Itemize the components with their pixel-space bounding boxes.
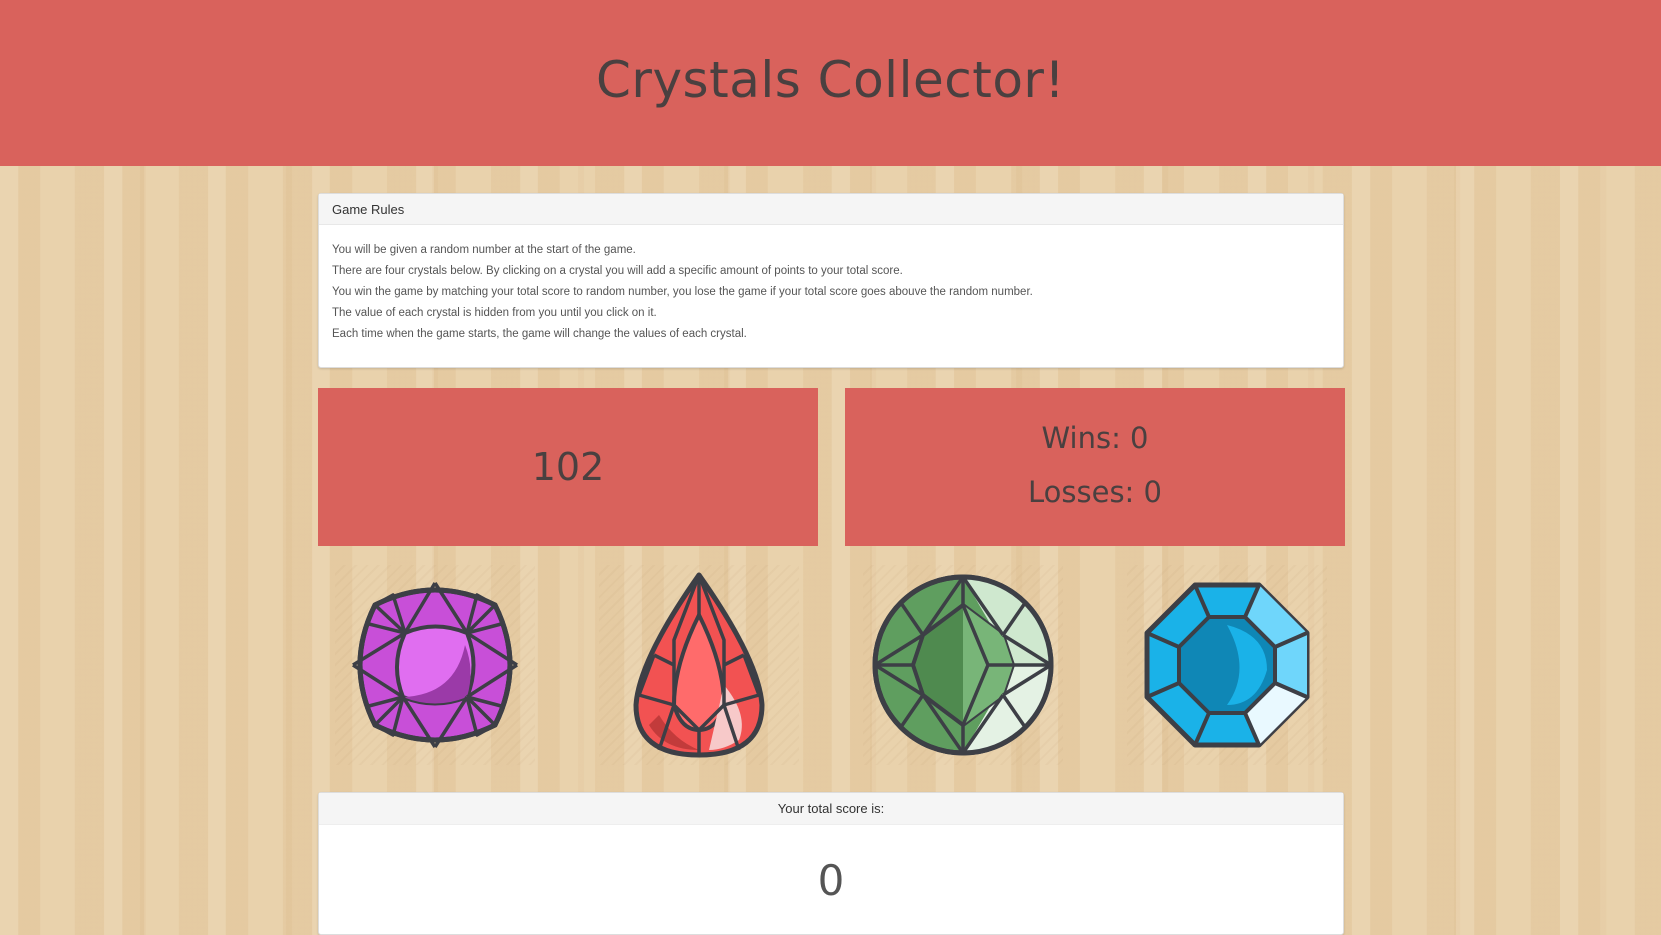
header-banner: Crystals Collector! [0,0,1661,166]
total-score-panel: Your total score is: 0 [318,792,1344,935]
rule-line: You will be given a random number at the… [332,244,636,256]
total-score-heading: Your total score is: [319,793,1343,825]
target-number-box: 102 [318,388,818,546]
crystal-row [318,565,1344,765]
purple-crystal-button[interactable] [335,565,535,765]
green-crystal-button[interactable] [863,565,1063,765]
blue-crystal-icon [1144,582,1310,748]
game-rules-body: You will be given a random number at the… [319,225,1343,345]
wins-count: Wins: 0 [1041,421,1149,455]
purple-crystal-icon [352,582,518,748]
green-crystal-icon [872,574,1054,756]
rule-line: There are four crystals below. By clicki… [332,265,903,277]
stats-box: Wins: 0 Losses: 0 [845,388,1345,546]
target-number: 102 [531,445,605,489]
game-rules-heading: Game Rules [319,194,1343,225]
rule-line: The value of each crystal is hidden from… [332,307,657,319]
game-rules-panel: Game Rules You will be given a random nu… [318,193,1344,368]
page-title: Crystals Collector! [595,51,1066,109]
total-score-value: 0 [817,856,845,905]
losses-count: Losses: 0 [1028,475,1162,509]
rule-line: You win the game by matching your total … [332,286,1033,298]
red-crystal-button[interactable] [599,565,799,765]
blue-crystal-button[interactable] [1127,565,1327,765]
rule-line: Each time when the game starts, the game… [332,328,747,340]
red-crystal-icon [633,572,765,758]
